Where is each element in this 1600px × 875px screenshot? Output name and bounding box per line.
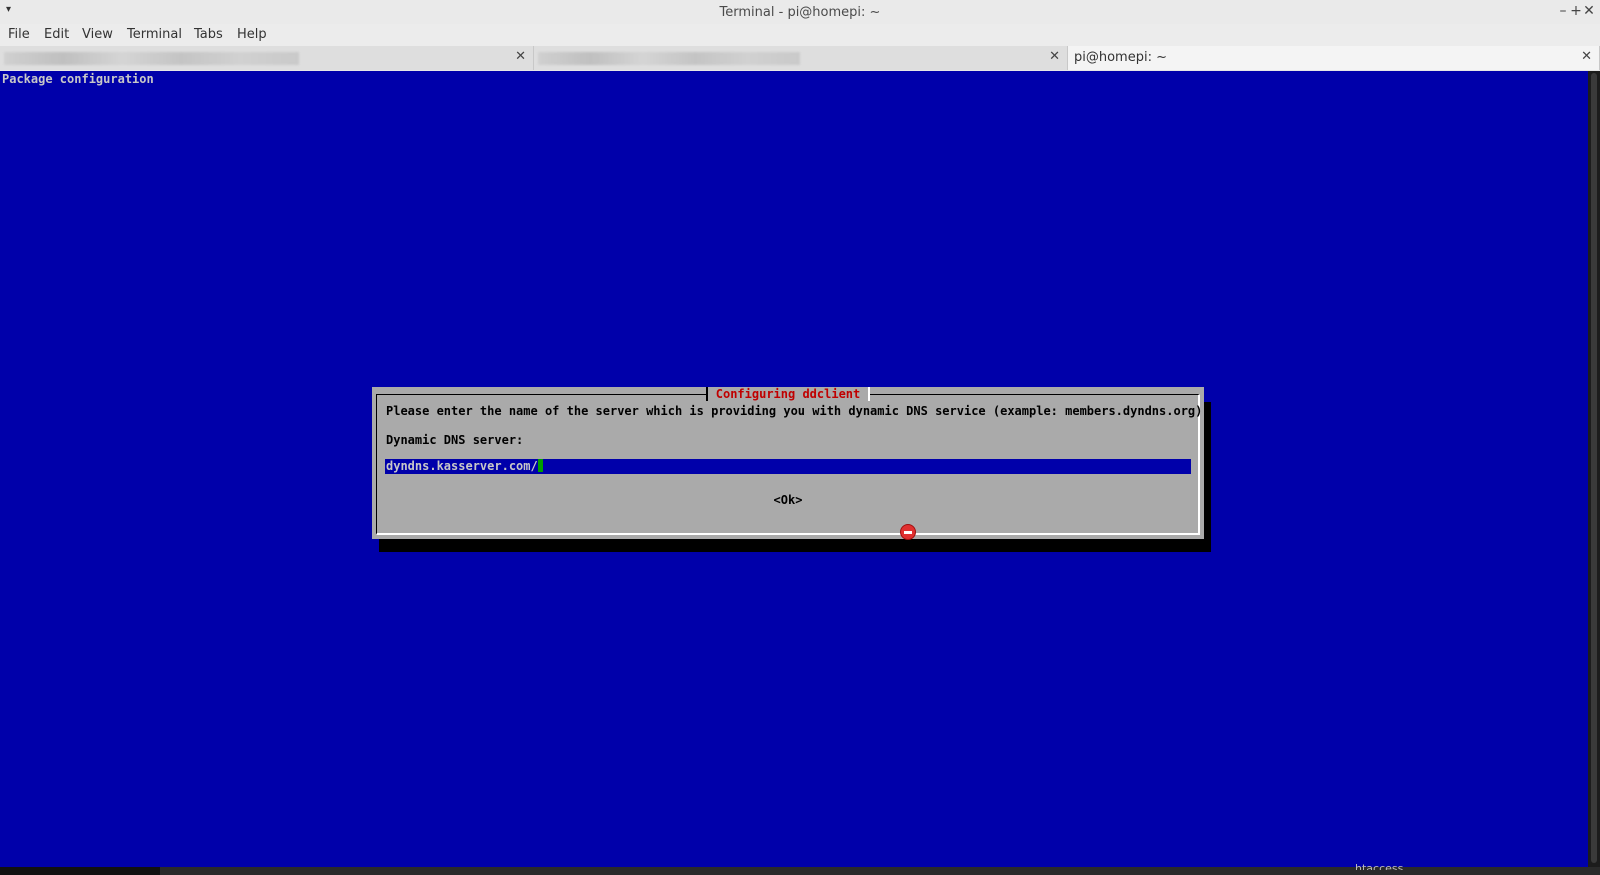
tab-1-blurred-label <box>4 52 299 65</box>
dialog-prompt: Please enter the name of the server whic… <box>386 404 1210 418</box>
tab-1[interactable]: ✕ <box>0 46 534 70</box>
terminal-scrollbar[interactable] <box>1588 71 1600 867</box>
menu-help[interactable]: Help <box>237 27 267 42</box>
terminal-screen[interactable]: Package configuration Configuring ddclie… <box>0 71 1588 867</box>
bottom-panel-strip: htaccess <box>0 862 1600 875</box>
ok-button[interactable]: <Ok> <box>372 493 1204 507</box>
tab-2[interactable]: ✕ <box>534 46 1068 70</box>
tab-1-close-icon[interactable]: ✕ <box>515 49 526 64</box>
menubar: File Edit View Terminal Tabs Help <box>0 24 1600 46</box>
menu-view[interactable]: View <box>82 27 113 42</box>
dns-server-label: Dynamic DNS server: <box>386 433 524 447</box>
tab-2-blurred-label <box>538 52 800 65</box>
tab-3-label: pi@homepi: ~ <box>1074 50 1167 65</box>
close-window-button[interactable]: ✕ <box>1580 2 1598 20</box>
tab-3-active[interactable]: pi@homepi: ~ ✕ <box>1068 46 1600 70</box>
window-title: Terminal - pi@homepi: ~ <box>719 5 881 20</box>
error-indicator-icon <box>900 524 916 540</box>
menu-terminal[interactable]: Terminal <box>127 27 182 42</box>
dialog-title-text: Configuring ddclient <box>705 387 871 401</box>
menu-file[interactable]: File <box>8 27 30 42</box>
menu-tabs[interactable]: Tabs <box>194 27 223 42</box>
ddclient-config-dialog: Configuring ddclient Please enter the na… <box>372 387 1210 539</box>
dns-server-input[interactable]: dyndns.kasserver.com/ <box>385 459 1191 474</box>
menu-edit[interactable]: Edit <box>44 27 69 42</box>
package-configuration-header: Package configuration <box>2 72 154 86</box>
tab-3-close-icon[interactable]: ✕ <box>1581 49 1592 64</box>
text-cursor <box>537 459 543 472</box>
bottom-panel-left <box>0 867 160 875</box>
tab-2-close-icon[interactable]: ✕ <box>1049 49 1060 64</box>
tab-bar: ✕ ✕ pi@homepi: ~ ✕ <box>0 46 1600 72</box>
dns-server-value: dyndns.kasserver.com/ <box>386 459 538 473</box>
dialog-title: Configuring ddclient <box>372 387 1204 401</box>
bottom-panel-text: htaccess <box>1355 862 1404 870</box>
window-titlebar[interactable]: ▾ Terminal - pi@homepi: ~ – + ✕ <box>0 0 1600 25</box>
scrollbar-thumb[interactable] <box>1591 73 1597 863</box>
